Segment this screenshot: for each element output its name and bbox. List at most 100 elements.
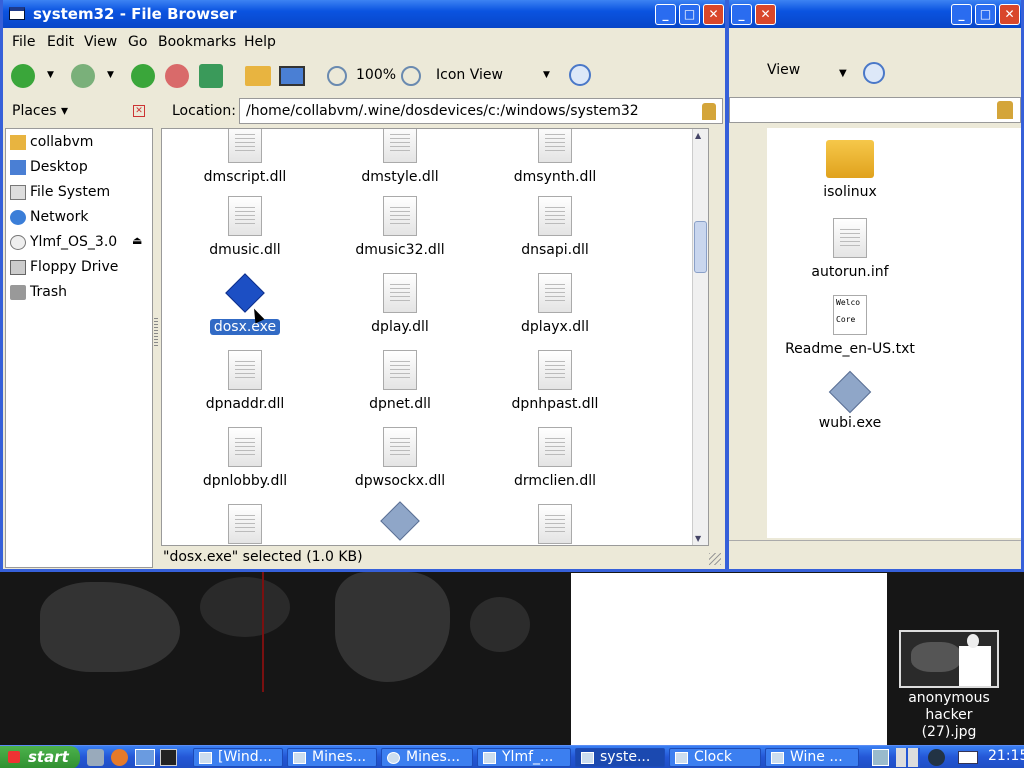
view-mode-dropdown-icon[interactable]: ▼ bbox=[543, 70, 550, 80]
taskbar-button-mines[interactable]: Mines... bbox=[287, 748, 377, 767]
back-minimize-button-2[interactable]: _ bbox=[951, 4, 972, 25]
minimize-button[interactable]: _ bbox=[655, 4, 676, 25]
zoom-in-icon[interactable] bbox=[401, 66, 421, 86]
menu-file[interactable]: File bbox=[12, 34, 35, 50]
places-button[interactable]: Places ▾ bbox=[12, 103, 68, 119]
scrollbar-thumb[interactable] bbox=[694, 221, 707, 273]
menu-go[interactable]: Go bbox=[128, 34, 147, 50]
tray-app-icon[interactable] bbox=[928, 749, 945, 766]
back-file-item[interactable]: Welco Core Readme_en-US.txt bbox=[775, 295, 925, 357]
resize-grip[interactable] bbox=[709, 553, 721, 565]
back-clear-location-icon[interactable] bbox=[997, 101, 1013, 119]
back-arrow-icon[interactable] bbox=[11, 64, 35, 88]
firefox-icon[interactable] bbox=[111, 749, 128, 766]
file-item[interactable]: dnsapi.dll bbox=[480, 196, 630, 258]
sidebar-item-ylmf[interactable]: Ylmf_OS_3.0 ⏏ bbox=[10, 231, 150, 255]
forward-arrow-icon[interactable] bbox=[71, 64, 95, 88]
mail-icon[interactable] bbox=[958, 751, 978, 764]
menu-bookmarks[interactable]: Bookmarks bbox=[158, 34, 236, 50]
desktop-icon-anonymous-hacker[interactable]: anonymous hacker (27).jpg bbox=[887, 630, 1011, 741]
file-item[interactable]: dmscript.dll bbox=[170, 129, 320, 185]
taskbar-button-wine[interactable]: Wine ... bbox=[765, 748, 859, 767]
eject-icon[interactable]: ⏏ bbox=[132, 234, 142, 247]
back-close-button[interactable]: ✕ bbox=[999, 4, 1020, 25]
back-view-mode[interactable]: View bbox=[767, 62, 800, 78]
taskbar-button-ylmf[interactable]: Ylmf_... bbox=[477, 748, 571, 767]
file-item[interactable] bbox=[325, 501, 475, 541]
clock[interactable]: 21:15 bbox=[988, 748, 1024, 764]
vertical-scrollbar[interactable]: ▲ ▼ bbox=[692, 129, 708, 545]
window-titlebar[interactable]: system32 - File Browser _ □ ✕ bbox=[3, 0, 725, 28]
dll-file-icon bbox=[228, 129, 262, 163]
file-item[interactable]: dpnhpast.dll bbox=[480, 350, 630, 412]
stop-icon[interactable] bbox=[165, 64, 189, 88]
maximize-button[interactable]: □ bbox=[679, 4, 700, 25]
menu-view[interactable]: View bbox=[84, 34, 117, 50]
close-sidebar-icon[interactable]: ✕ bbox=[133, 105, 145, 117]
location-field[interactable]: /home/collabvm/.wine/dosdevices/c:/windo… bbox=[239, 98, 723, 124]
file-item[interactable]: dpwsockx.dll bbox=[325, 427, 475, 489]
scroll-down-icon[interactable]: ▼ bbox=[695, 534, 701, 543]
zoom-out-icon[interactable] bbox=[327, 66, 347, 86]
file-item[interactable]: dmstyle.dll bbox=[325, 129, 475, 185]
back-file-browser-window[interactable]: _ ✕ _ □ ✕ View ▼ isolinux autorun.inf We… bbox=[726, 0, 1024, 572]
file-item[interactable]: dmusic.dll bbox=[170, 196, 320, 258]
file-item[interactable]: drmclien.dll bbox=[480, 427, 630, 489]
search-icon[interactable] bbox=[569, 64, 591, 86]
back-maximize-button[interactable]: □ bbox=[975, 4, 996, 25]
back-history-dropdown-icon[interactable]: ▼ bbox=[47, 70, 54, 80]
home-folder-icon[interactable] bbox=[245, 66, 271, 86]
back-file-item[interactable]: wubi.exe bbox=[775, 370, 925, 431]
file-item[interactable]: dmusic32.dll bbox=[325, 196, 475, 258]
back-close-button-1[interactable]: ✕ bbox=[755, 4, 776, 25]
file-item[interactable]: dpnlobby.dll bbox=[170, 427, 320, 489]
file-item[interactable]: dplayx.dll bbox=[480, 273, 630, 335]
file-item[interactable] bbox=[170, 504, 320, 544]
computer-icon[interactable] bbox=[279, 66, 305, 86]
workspace-switcher-icon[interactable] bbox=[896, 748, 920, 767]
show-desktop-icon[interactable] bbox=[135, 749, 155, 766]
view-mode-select[interactable]: Icon View bbox=[436, 67, 503, 83]
taskbar-button-wind[interactable]: [Wind... bbox=[193, 748, 283, 767]
file-item[interactable]: dpnaddr.dll bbox=[170, 350, 320, 412]
back-file-item[interactable]: autorun.inf bbox=[775, 218, 925, 280]
clear-location-icon[interactable] bbox=[702, 103, 716, 120]
back-search-icon[interactable] bbox=[863, 62, 885, 84]
menu-help[interactable]: Help bbox=[244, 34, 276, 50]
menu-edit[interactable]: Edit bbox=[47, 34, 74, 50]
back-window-titlebar[interactable]: _ ✕ _ □ ✕ bbox=[729, 0, 1021, 28]
up-arrow-icon[interactable] bbox=[131, 64, 155, 88]
back-file-item[interactable]: isolinux bbox=[775, 140, 925, 200]
location-row: Places ▾ ✕ Location: /home/collabvm/.win… bbox=[3, 96, 725, 126]
taskbar-button-system32[interactable]: syste... bbox=[575, 748, 665, 767]
start-button[interactable]: start bbox=[0, 746, 80, 768]
file-item[interactable]: dpnet.dll bbox=[325, 350, 475, 412]
back-minimize-button[interactable]: _ bbox=[731, 4, 752, 25]
back-view-dropdown-icon[interactable]: ▼ bbox=[839, 68, 847, 79]
dll-file-icon bbox=[228, 427, 262, 467]
file-browser-window[interactable]: system32 - File Browser _ □ ✕ File Edit … bbox=[0, 0, 728, 572]
sidebar-resize-handle[interactable] bbox=[154, 318, 158, 348]
back-location-field[interactable] bbox=[729, 97, 1021, 123]
drive-icon bbox=[10, 185, 26, 200]
terminal-icon[interactable] bbox=[160, 749, 177, 766]
network-tray-icon[interactable] bbox=[872, 749, 889, 766]
forward-history-dropdown-icon[interactable]: ▼ bbox=[107, 70, 114, 80]
file-item[interactable]: dplay.dll bbox=[325, 273, 475, 335]
taskbar-button-mines-2[interactable]: Mines... bbox=[381, 748, 473, 767]
trash-icon bbox=[10, 285, 26, 300]
file-item[interactable]: dmsynth.dll bbox=[480, 129, 630, 185]
wine-executable-icon bbox=[828, 370, 872, 414]
floppy-icon bbox=[10, 260, 26, 275]
app-icon bbox=[675, 752, 688, 764]
taskbar-button-clock[interactable]: Clock bbox=[669, 748, 761, 767]
dll-file-icon bbox=[538, 350, 572, 390]
quicklaunch-ie-icon[interactable] bbox=[87, 749, 104, 766]
close-button[interactable]: ✕ bbox=[703, 4, 724, 25]
app-icon bbox=[199, 752, 212, 764]
scroll-up-icon[interactable]: ▲ bbox=[695, 131, 701, 140]
reload-icon[interactable] bbox=[199, 64, 223, 88]
file-item[interactable] bbox=[480, 504, 630, 544]
zoom-level[interactable]: 100% bbox=[356, 67, 396, 83]
file-item-selected[interactable]: dosx.exe bbox=[170, 273, 320, 335]
